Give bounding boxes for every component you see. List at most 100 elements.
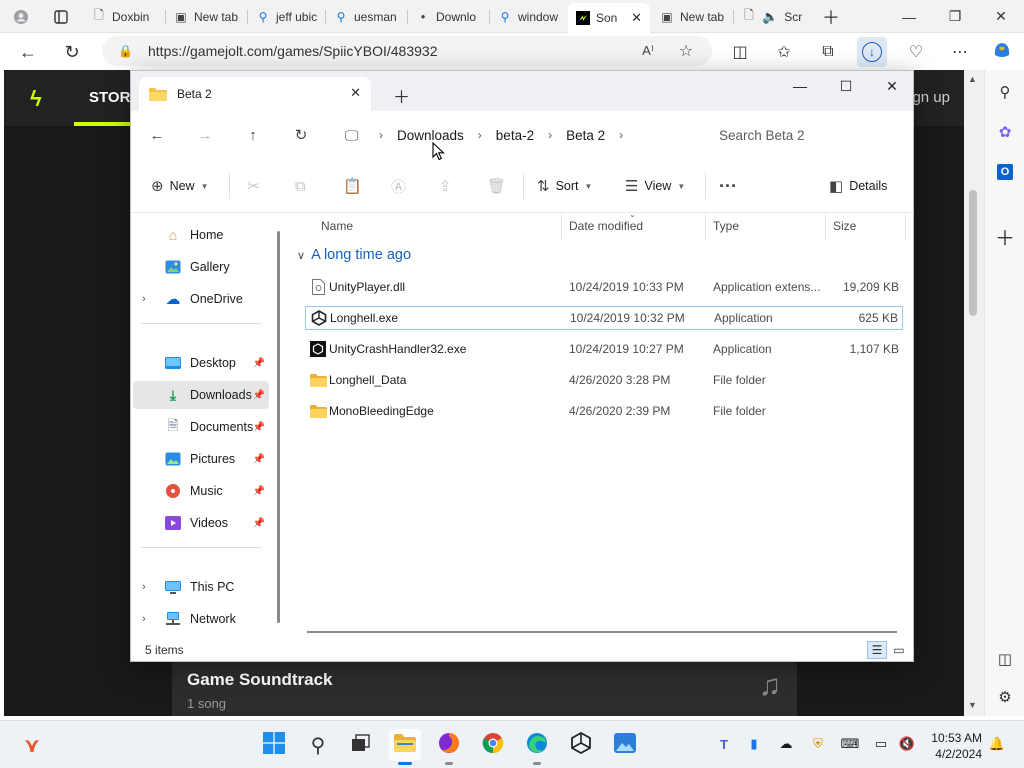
nav-item-music[interactable]: Music 📌 (133, 477, 269, 505)
chevron-right-icon[interactable]: › (548, 128, 552, 142)
speaker-icon[interactable]: 🔈 (762, 9, 778, 25)
pin-icon[interactable]: 📌 (253, 454, 265, 465)
tab-jeff-ubic[interactable]: ⚲ jeff ubic (248, 4, 324, 29)
hide-sidebar-button[interactable]: ◫ (991, 645, 1019, 673)
copilot-button[interactable] (987, 37, 1017, 67)
breadcrumb-beta-2-folder[interactable]: beta-2 (496, 128, 534, 143)
pin-icon[interactable]: 📌 (253, 518, 265, 529)
nav-item-desktop[interactable]: Desktop 📌 (133, 349, 269, 377)
onedrive-tray-icon[interactable]: ☁ (775, 733, 797, 755)
taskbar-edge[interactable] (521, 729, 553, 765)
sidebar-add-button[interactable]: ＋ (991, 222, 1019, 250)
tab-doxbin[interactable]: 🗋 Doxbin (84, 4, 164, 29)
nav-item-gallery[interactable]: Gallery (133, 253, 269, 281)
close-icon[interactable]: ✕ (631, 10, 642, 26)
sidebar-copilot-button[interactable]: ✿ (991, 118, 1019, 146)
paste-button[interactable]: 📋 (343, 173, 362, 199)
explorer-search-input[interactable]: Search Beta 2 (705, 121, 905, 149)
teams-tray-icon[interactable]: T (713, 733, 735, 755)
pin-icon[interactable]: 📌 (253, 486, 265, 497)
tab-download[interactable]: ● Downlo (408, 4, 488, 29)
close-tab-icon[interactable]: ✕ (350, 85, 361, 101)
column-header-date[interactable]: Date modified (569, 219, 643, 237)
favorites-button[interactable]: ✩ (769, 37, 799, 67)
read-aloud-button[interactable]: A⁾ (634, 36, 662, 66)
breadcrumb-downloads[interactable]: Downloads (397, 128, 464, 143)
file-row[interactable]: Longhell_Data 4/26/2020 3:28 PM File fol… (305, 368, 903, 392)
tab-actions-button[interactable] (46, 4, 76, 29)
page-scrollbar[interactable]: ▲ ▼ (964, 70, 984, 716)
file-list-scrollbar[interactable] (307, 631, 897, 633)
nav-item-pictures[interactable]: Pictures 📌 (133, 445, 269, 473)
nav-pane-scrollbar[interactable] (277, 231, 280, 623)
tab-gamejolt-active[interactable]: Son ✕ (568, 3, 650, 33)
notification-button[interactable]: 🔔 (986, 733, 1008, 755)
chevron-right-icon[interactable]: › (619, 128, 623, 142)
cut-button[interactable]: ✂ (247, 173, 260, 199)
nav-item-downloads[interactable]: ⤓ Downloads 📌 (133, 381, 269, 409)
taskbar-firefox[interactable] (433, 729, 465, 765)
explorer-forward-button[interactable]: → (190, 121, 220, 149)
chevron-right-icon[interactable]: › (142, 613, 156, 625)
tab-new-tab-2[interactable]: ▣ New tab (652, 4, 732, 29)
tab-uesman[interactable]: ⚲ uesman (326, 4, 406, 29)
split-screen-button[interactable]: ◫ (725, 37, 755, 67)
scroll-up-icon[interactable]: ▲ (968, 74, 977, 84)
soundtrack-card[interactable]: Game Soundtrack 1 song ♫ (172, 662, 797, 716)
explorer-new-tab-icon[interactable]: ＋ (393, 83, 410, 108)
taskbar-photos[interactable] (609, 729, 641, 761)
security-tray-icon[interactable]: ⛨ (807, 733, 829, 755)
column-header-type[interactable]: Type (713, 219, 739, 237)
new-tab-button[interactable]: ＋ (814, 4, 844, 29)
explorer-up-button[interactable]: ↑ (238, 121, 268, 149)
taskbar-search-button[interactable]: ⚲ (302, 729, 334, 761)
column-header-name[interactable]: Name (321, 219, 353, 237)
sidebar-settings-button[interactable]: ⚙ (991, 683, 1019, 711)
system-clock[interactable]: 10:53 AM 4/2/2024 (920, 730, 982, 762)
explorer-close-button[interactable]: ✕ (869, 71, 913, 101)
tiles-view-button[interactable]: ▭ (889, 641, 909, 659)
column-header-size[interactable]: Size (833, 219, 856, 237)
details-button[interactable]: ◧ Details (829, 173, 887, 199)
chevron-down-icon[interactable]: ∨ (297, 249, 305, 262)
explorer-refresh-button[interactable]: ↻ (286, 121, 316, 149)
profile-button[interactable] (6, 4, 40, 29)
chevron-right-icon[interactable]: › (142, 581, 156, 593)
restore-button[interactable]: ❐ (932, 0, 978, 33)
refresh-button[interactable]: ↻ (57, 37, 87, 67)
file-row[interactable]: MonoBleedingEdge 4/26/2020 2:39 PM File … (305, 399, 903, 423)
nav-item-home[interactable]: ⌂ Home (133, 221, 269, 249)
scrollbar-thumb[interactable] (969, 190, 977, 316)
browser-essentials-button[interactable]: ♡ (901, 37, 931, 67)
taskbar-unity[interactable] (565, 729, 597, 761)
signup-link[interactable]: gn up (912, 89, 950, 106)
explorer-back-button[interactable]: ← (142, 121, 172, 149)
pin-icon[interactable]: 📌 (253, 390, 265, 401)
display-tray-icon[interactable]: ▭ (870, 733, 892, 755)
taskbar-file-explorer[interactable] (389, 729, 421, 765)
url-text[interactable]: https://gamejolt.com/games/SpiicYBOI/483… (148, 43, 437, 59)
collections-button[interactable]: ⧉ (813, 37, 843, 67)
minimize-button[interactable]: — (886, 0, 932, 33)
explorer-minimize-button[interactable]: — (777, 71, 823, 101)
address-bar[interactable]: 🔒 https://gamejolt.com/games/SpiicYBOI/4… (102, 36, 712, 66)
sidebar-search-button[interactable]: ⚲ (991, 78, 1019, 106)
nav-item-documents[interactable]: 🗎 Documents 📌 (133, 413, 269, 441)
sidebar-outlook-button[interactable]: O (991, 158, 1019, 186)
tab-scr-audio[interactable]: 🗋 🔈 Scr (734, 4, 810, 29)
chevron-right-icon[interactable]: › (142, 293, 156, 305)
explorer-maximize-button[interactable]: ☐ (823, 71, 869, 101)
nav-item-onedrive[interactable]: › ☁ OneDrive (133, 285, 269, 313)
tab-window[interactable]: ⚲ window (490, 4, 568, 29)
monitor-icon[interactable]: 🖵 (345, 127, 365, 144)
back-button[interactable]: ← (13, 37, 43, 67)
copy-button[interactable]: ⧉ (295, 173, 306, 199)
more-options-button[interactable]: ··· (719, 173, 737, 199)
task-view-button[interactable] (345, 729, 377, 761)
new-button[interactable]: ⊕ New ▼ (151, 173, 209, 199)
taskbar-chrome[interactable] (477, 729, 509, 761)
file-row[interactable]: UnityCrashHandler32.exe 10/24/2019 10:27… (305, 337, 903, 361)
pin-icon[interactable]: 📌 (253, 358, 265, 369)
settings-menu-button[interactable]: ⋯ (945, 37, 975, 67)
scroll-down-icon[interactable]: ▼ (968, 700, 977, 710)
